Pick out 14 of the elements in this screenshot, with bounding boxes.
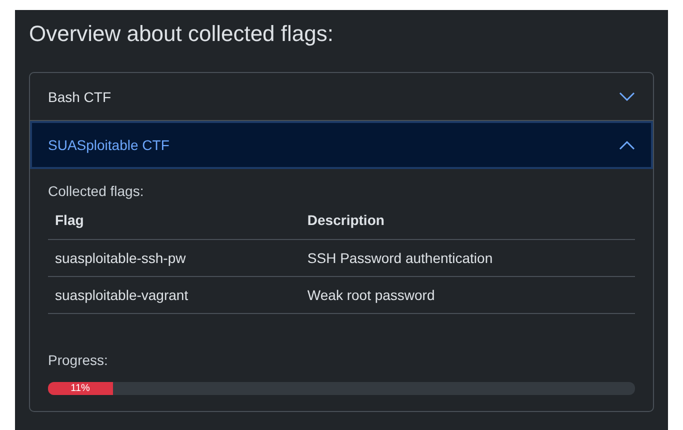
table-cell: suasploitable-ssh-pw bbox=[48, 240, 300, 276]
table-cell: Weak root password bbox=[300, 276, 635, 314]
chevron-icon bbox=[619, 92, 635, 102]
table-cell: SSH Password authentication bbox=[300, 240, 635, 276]
section-label: Collected flags: bbox=[48, 183, 145, 199]
accordion-header[interactable]: Bash CTF bbox=[30, 73, 653, 120]
column-header: Description bbox=[300, 201, 635, 240]
page-title: Overview about collected flags: bbox=[29, 20, 334, 48]
table-cell: suasploitable-vagrant bbox=[48, 276, 300, 314]
chevron-icon bbox=[619, 140, 635, 150]
column-header: Flag bbox=[48, 201, 300, 240]
accordion-header[interactable]: SUASploitable CTF bbox=[30, 121, 653, 169]
progress-fill: 11% bbox=[48, 382, 113, 395]
progress-label: Progress: bbox=[48, 352, 109, 368]
